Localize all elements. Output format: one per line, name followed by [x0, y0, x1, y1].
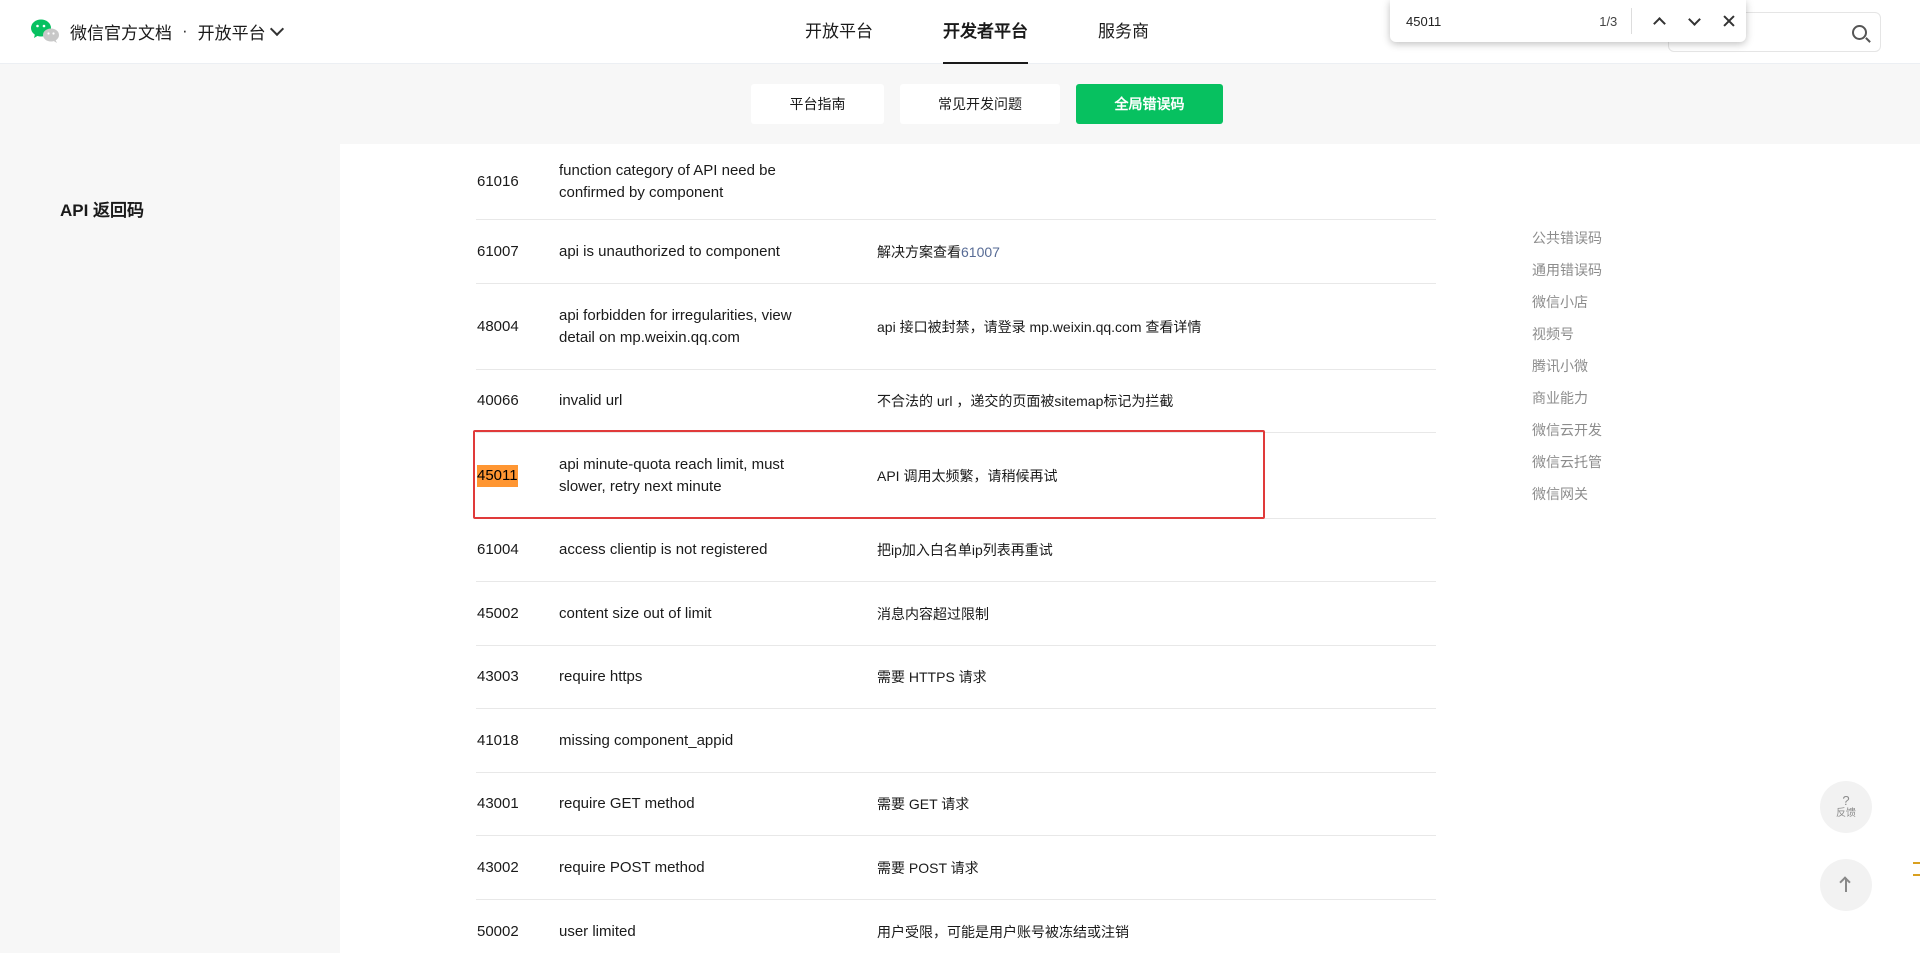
error-description [877, 709, 1397, 772]
chevron-up-icon [1653, 16, 1666, 30]
search-icon[interactable] [1852, 25, 1867, 40]
error-message: function category of API need be confirm… [559, 161, 776, 201]
table-of-contents: 公共错误码 通用错误码 微信小店 视频号 腾讯小微 商业能力 微信云开发 微信云… [1532, 228, 1602, 516]
annotation-highlight-box [473, 430, 1265, 519]
platform-guide-button[interactable]: 平台指南 [751, 84, 884, 124]
find-next-button[interactable] [1677, 6, 1712, 36]
error-message: content size out of limit [559, 604, 712, 622]
feedback-button[interactable]: ? 反馈 [1820, 781, 1872, 833]
brand-title[interactable]: 微信官方文档 [70, 19, 172, 44]
tab-developer-platform[interactable]: 开发者平台 [923, 0, 1048, 64]
table-row: 43002 require POST method 需要 POST 请求 [476, 836, 1436, 900]
error-code: 43001 [477, 795, 519, 812]
error-description: 用户受限，可能是用户账号被冻结或注销 [877, 924, 1129, 940]
error-description: 不合法的 url ，递交的页面被sitemap标记为拦截 [877, 393, 1174, 409]
toc-item[interactable]: 公共错误码 [1532, 228, 1602, 260]
find-close-button[interactable] [1711, 6, 1746, 36]
error-description: api 接口被封禁，请登录 mp.weixin.qq.com 查看详情 [877, 318, 1202, 335]
error-message: missing component_appid [559, 731, 734, 749]
table-row: 61004 access clientip is not registered … [476, 519, 1436, 582]
global-error-codes-button[interactable]: 全局错误码 [1076, 84, 1223, 124]
toc-item[interactable]: 微信小店 [1532, 292, 1602, 324]
error-message: invalid url [559, 392, 623, 409]
table-row: 48004 api forbidden for irregularities, … [476, 284, 1436, 370]
chevron-down-icon [1687, 12, 1701, 26]
toc-item[interactable]: 微信网关 [1532, 484, 1602, 516]
find-bar: 45011 1/3 [1390, 0, 1746, 42]
error-description: 需要 GET 请求 [877, 796, 970, 812]
error-message: require https [559, 668, 643, 685]
wechat-logo-icon [30, 18, 60, 44]
error-message: require GET method [559, 795, 695, 812]
arrow-up-icon [1845, 878, 1847, 892]
error-description: 解决方案查看 61007 [877, 220, 1397, 283]
tab-service-provider[interactable]: 服务商 [1078, 0, 1169, 64]
toc-item[interactable]: 商业能力 [1532, 388, 1602, 420]
error-code: 61004 [477, 541, 519, 558]
platform-label: 开放平台 [197, 23, 266, 43]
brand: 微信官方文档 · 开放平台 [30, 18, 284, 44]
error-description: 把ip加入白名单ip列表再重试 [877, 542, 1053, 558]
back-to-top-button[interactable] [1820, 859, 1872, 911]
edge-marker [1913, 862, 1920, 876]
error-message: access clientip is not registered [559, 541, 768, 558]
table-row: 45002 content size out of limit 消息内容超过限制 [476, 582, 1436, 646]
table-row: 43001 require GET method 需要 GET 请求 [476, 773, 1436, 836]
question-icon: ? [1842, 793, 1850, 808]
error-code: 43002 [477, 858, 519, 876]
table-row: 41018 missing component_appid [476, 709, 1436, 773]
faq-button[interactable]: 常见开发问题 [900, 84, 1060, 124]
find-input[interactable]: 45011 [1406, 14, 1560, 29]
error-code-table: 61016 function category of API need be c… [476, 144, 1436, 964]
close-icon [1723, 15, 1735, 27]
error-code: 61016 [477, 172, 519, 190]
left-sidebar [0, 144, 340, 953]
feedback-label: 反馈 [1836, 808, 1856, 819]
main-nav-tabs: 开放平台 开发者平台 服务商 [785, 0, 1169, 64]
find-divider [1631, 8, 1633, 34]
table-row: 40066 invalid url 不合法的 url ，递交的页面被sitema… [476, 370, 1436, 433]
table-row: 61016 function category of API need be c… [476, 144, 1436, 220]
platform-selector[interactable]: 开放平台 [197, 19, 284, 44]
error-description: 消息内容超过限制 [877, 605, 989, 622]
toc-item[interactable]: 微信云托管 [1532, 452, 1602, 484]
error-code: 50002 [477, 923, 519, 940]
error-description [877, 144, 1397, 219]
find-match-count: 1/3 [1599, 13, 1618, 29]
sidebar-title: API 返回码 [60, 201, 145, 220]
error-code: 41018 [477, 731, 519, 749]
brand-separator: · [182, 21, 188, 40]
toc-item[interactable]: 视频号 [1532, 324, 1602, 356]
error-message: api forbidden for irregularities, view d… [559, 306, 792, 346]
tab-open-platform[interactable]: 开放平台 [785, 0, 893, 64]
table-row: 43003 require https 需要 HTTPS 请求 [476, 646, 1436, 709]
error-description: 需要 POST 请求 [877, 859, 979, 876]
error-message: api is unauthorized to component [559, 242, 780, 260]
chevron-down-icon [269, 21, 284, 36]
error-code: 40066 [477, 392, 519, 409]
find-previous-button[interactable] [1642, 6, 1677, 36]
description-text: 解决方案查看 [877, 243, 961, 260]
error-message: user limited [559, 923, 636, 940]
error-code: 45002 [477, 604, 519, 622]
error-code: 61007 [477, 242, 519, 260]
error-code: 48004 [477, 317, 519, 335]
toc-item[interactable]: 微信云开发 [1532, 420, 1602, 452]
toc-item[interactable]: 腾讯小微 [1532, 356, 1602, 388]
error-code: 43003 [477, 668, 519, 685]
sub-header: 平台指南 常见开发问题 全局错误码 [0, 64, 1920, 144]
error-description: 需要 HTTPS 请求 [877, 669, 987, 685]
toc-item[interactable]: 通用错误码 [1532, 260, 1602, 292]
table-row: 50002 user limited 用户受限，可能是用户账号被冻结或注销 [476, 900, 1436, 964]
error-message: require POST method [559, 858, 705, 876]
solution-link[interactable]: 61007 [961, 241, 1000, 263]
table-row: 61007 api is unauthorized to component 解… [476, 220, 1436, 284]
